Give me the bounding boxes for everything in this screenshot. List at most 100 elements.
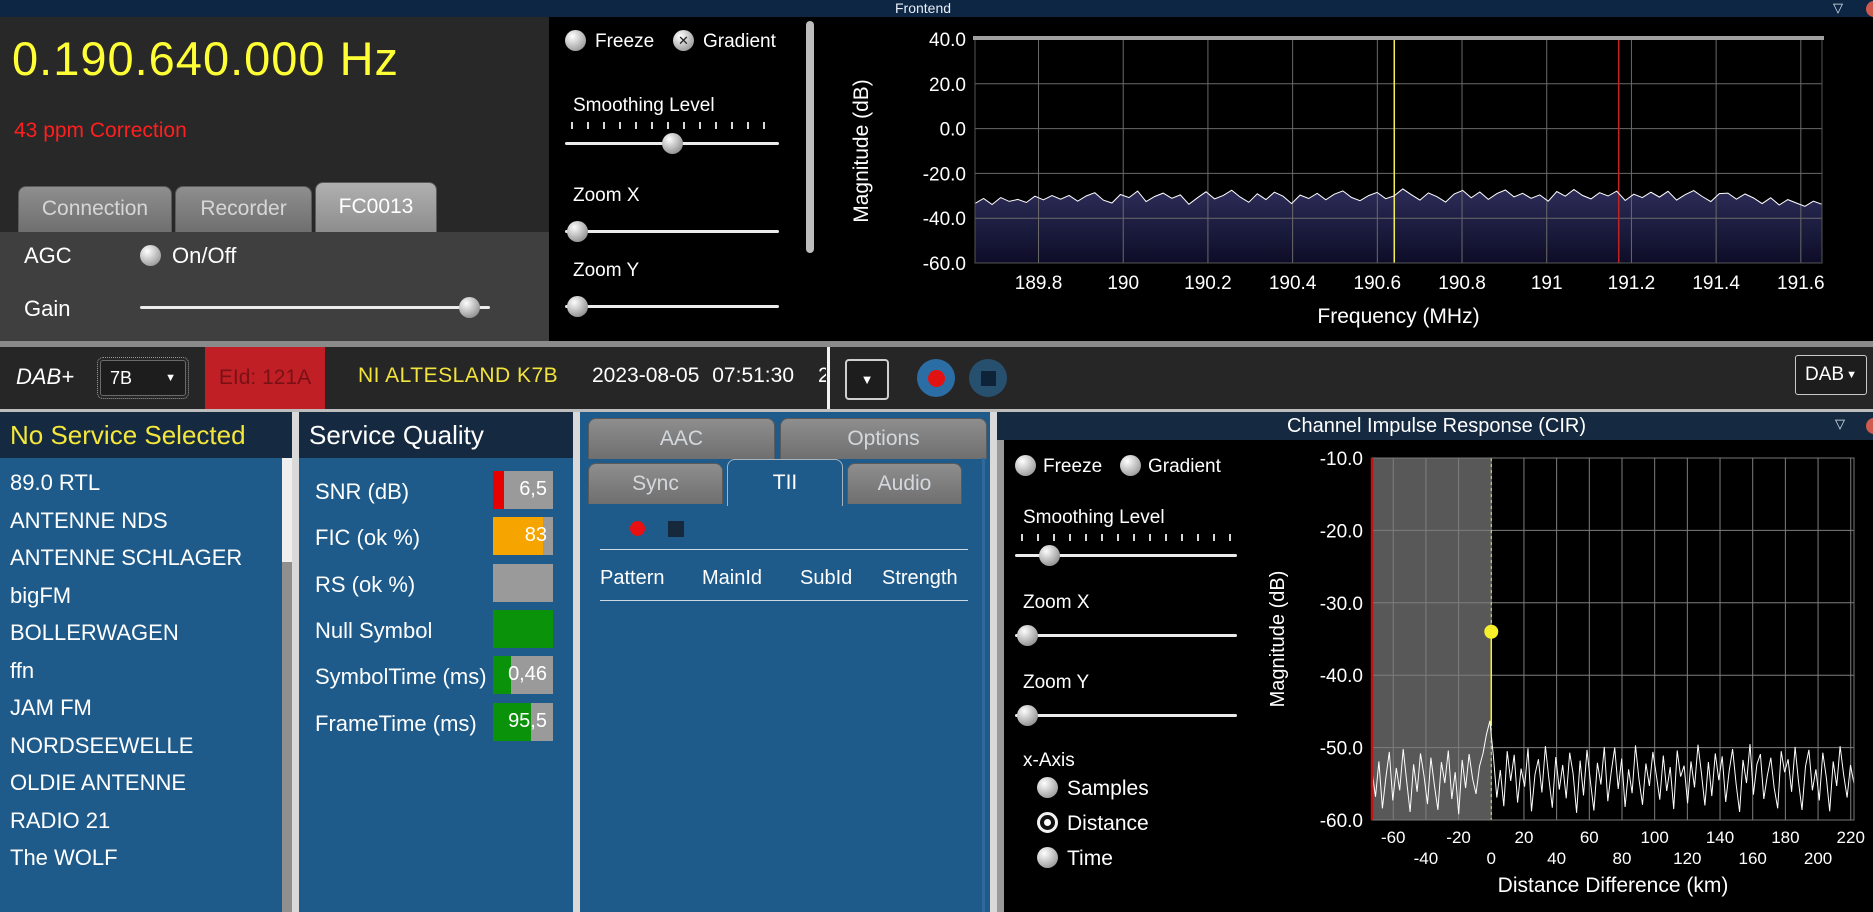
cir-x-axis-radio-distance[interactable] — [1037, 812, 1058, 833]
agc-toggle-label: On/Off — [172, 243, 236, 269]
spectrum-zoom-x-handle[interactable] — [567, 221, 588, 242]
frontend-spectrum-chart[interactable]: 40.020.00.0-20.0-40.0-60.0189.8190190.21… — [820, 17, 1873, 341]
gain-slider-handle[interactable] — [459, 297, 480, 318]
svg-text:180: 180 — [1771, 828, 1799, 847]
spectrum-zoom-y-handle[interactable] — [567, 296, 588, 317]
service-item[interactable]: 89.0 RTL — [10, 470, 100, 496]
cir-zoom-x-handle[interactable] — [1017, 625, 1038, 646]
cir-zoom-x-slider[interactable] — [1015, 624, 1237, 646]
tab-audio[interactable]: Audio — [847, 463, 962, 504]
vertical-splitter[interactable] — [292, 412, 299, 912]
frontend-title: Frontend — [895, 0, 951, 16]
spectrum-zoom-x-track[interactable] — [565, 230, 779, 233]
vertical-splitter[interactable] — [573, 412, 580, 912]
cir-chart[interactable]: -10.0-20.0-30.0-40.0-50.0-60.0-60-202060… — [1248, 440, 1873, 912]
tab-connection[interactable]: Connection — [18, 186, 172, 232]
spectrum-smoothing-slider[interactable] — [565, 132, 779, 154]
record-icon — [928, 370, 945, 387]
service-item[interactable]: ffn — [10, 658, 34, 684]
cir-controls-scrollbar[interactable] — [997, 440, 1004, 912]
tii-column-strength[interactable]: Strength — [882, 567, 958, 590]
cir-x-axis-radio-time[interactable] — [1037, 847, 1058, 868]
svg-text:190.6: 190.6 — [1354, 273, 1402, 294]
service-item[interactable]: RADIO 21 — [10, 808, 110, 834]
service-item[interactable]: ANTENNE SCHLAGER — [10, 545, 242, 571]
service-quality-header-text: Service Quality — [309, 420, 484, 451]
quality-value: 0,46 — [508, 663, 547, 686]
spectrum-smoothing-handle[interactable] — [662, 133, 683, 154]
app-window: Frontend ▽ 0.190.640.000Hz 43 ppm Correc… — [0, 0, 1873, 912]
cir-smoothing-handle[interactable] — [1039, 545, 1060, 566]
svg-text:120: 120 — [1673, 849, 1701, 868]
collapse-frontend-icon[interactable]: ▽ — [1833, 0, 1843, 16]
quality-value: 83 — [525, 524, 547, 547]
cir-x-axis-radio-samples[interactable] — [1037, 777, 1058, 798]
tab-options[interactable]: Options — [780, 418, 987, 459]
vertical-splitter[interactable] — [990, 412, 997, 912]
spectrum-gradient-radio[interactable] — [673, 30, 694, 51]
stop-button[interactable] — [969, 359, 1007, 397]
cir-gradient-radio[interactable] — [1120, 455, 1141, 476]
spectrum-controls-scrollbar[interactable] — [806, 21, 814, 253]
svg-text:-60.0: -60.0 — [1320, 811, 1363, 832]
tab-aac[interactable]: AAC — [588, 418, 775, 459]
cir-gradient-label: Gradient — [1148, 456, 1221, 478]
channel-combobox[interactable]: 7B ▼ — [100, 360, 186, 396]
svg-text:100: 100 — [1640, 828, 1668, 847]
tab-tii[interactable]: TII — [727, 459, 843, 506]
bar-separator — [827, 347, 830, 409]
tab-sync[interactable]: Sync — [588, 463, 723, 504]
detail-tabs-panel: AACOptions SyncTIIAudio Pattern MainId Sub… — [580, 412, 990, 912]
service-item[interactable]: NORDSEEWELLE — [10, 733, 193, 759]
service-item[interactable]: OLDIE ANTENNE — [10, 770, 186, 796]
svg-text:Magnitude (dB): Magnitude (dB) — [850, 79, 873, 223]
tii-column-mainid[interactable]: MainId — [702, 567, 762, 590]
gain-slider-track[interactable] — [140, 306, 490, 309]
spectrum-freeze-radio[interactable] — [565, 30, 586, 51]
svg-text:40.0: 40.0 — [929, 30, 966, 51]
cir-zoom-y-handle[interactable] — [1017, 705, 1038, 726]
detail-tabs-scrollbar[interactable] — [982, 458, 985, 912]
tii-column-subid[interactable]: SubId — [800, 567, 852, 590]
svg-text:20: 20 — [1514, 828, 1533, 847]
stop-icon — [981, 371, 996, 386]
svg-text:191: 191 — [1531, 273, 1563, 294]
record-button[interactable] — [917, 359, 955, 397]
cir-zoom-x-track[interactable] — [1015, 634, 1237, 637]
channel-value: 7B — [110, 368, 132, 389]
svg-text:-10.0: -10.0 — [1320, 449, 1363, 470]
spectrum-zoom-y-slider[interactable] — [565, 295, 779, 317]
spectrum-zoom-y-track[interactable] — [565, 305, 779, 308]
cir-smoothing-label: Smoothing Level — [1023, 507, 1165, 529]
cir-freeze-radio[interactable] — [1015, 455, 1036, 476]
quality-row-label: FrameTime (ms) — [315, 711, 477, 737]
tii-column-pattern[interactable]: Pattern — [600, 567, 664, 590]
cir-smoothing-ticks — [1021, 534, 1233, 541]
service-item[interactable]: JAM FM — [10, 695, 92, 721]
collapse-cir-icon[interactable]: ▽ — [1835, 416, 1845, 432]
tuner-tab-content: AGC On/Off Gain — [0, 232, 549, 341]
cir-zoom-y-slider[interactable] — [1015, 704, 1237, 726]
service-item[interactable]: ANTENNE NDS — [10, 508, 168, 534]
service-item[interactable]: bigFM — [10, 583, 71, 609]
expand-dropdown-icon: ▼ — [861, 372, 874, 387]
quality-row-label: SymbolTime (ms) — [315, 664, 487, 690]
spectrum-smoothing-label: Smoothing Level — [573, 95, 715, 117]
spectrum-zoom-x-slider[interactable] — [565, 220, 779, 242]
output-mode-combobox[interactable]: DAB ▼ — [1795, 355, 1867, 395]
service-item[interactable]: BOLLERWAGEN — [10, 620, 179, 646]
service-item[interactable]: The WOLF — [10, 845, 118, 871]
tab-fc0013[interactable]: FC0013 — [315, 182, 437, 232]
tab-recorder[interactable]: Recorder — [175, 186, 312, 232]
agc-toggle-radio[interactable] — [140, 245, 161, 266]
gain-slider[interactable] — [140, 296, 490, 318]
svg-text:191.6: 191.6 — [1777, 273, 1825, 294]
cir-zoom-y-track[interactable] — [1015, 714, 1237, 717]
cir-smoothing-slider[interactable] — [1015, 544, 1237, 566]
quality-value: 95,5 — [508, 710, 547, 733]
expand-dropdown-button[interactable]: ▼ — [845, 359, 889, 400]
quality-bar: 6,5 — [493, 471, 553, 509]
svg-text:20.0: 20.0 — [929, 75, 966, 96]
service-list-scrollbar-thumb[interactable] — [282, 458, 292, 562]
tii-divider — [600, 549, 968, 550]
